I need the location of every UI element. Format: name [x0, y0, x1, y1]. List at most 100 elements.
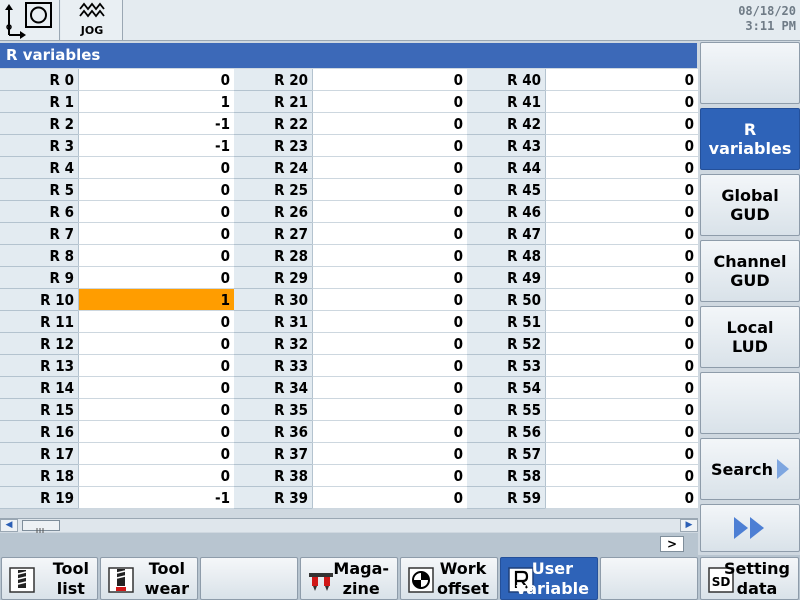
r-variable-name: R 45	[467, 179, 545, 201]
r-variable-value[interactable]: 0	[78, 399, 234, 421]
r-variable-value[interactable]: 1	[78, 91, 234, 113]
r-variable-value[interactable]: -1	[78, 113, 234, 135]
scroll-left-arrow[interactable]: ◀	[0, 519, 18, 532]
r-variable-value[interactable]: 0	[312, 135, 467, 157]
r-variable-name: R 2	[0, 113, 78, 135]
r-variable-value[interactable]: 0	[312, 91, 467, 113]
horizontal-scrollbar[interactable]: ◀ ▶	[0, 518, 698, 535]
r-variable-value[interactable]: -1	[78, 135, 234, 157]
r-variable-name: R 22	[234, 113, 312, 135]
r-variable-value[interactable]: 0	[312, 377, 467, 399]
hsk-work-offset[interactable]: Work offset	[400, 557, 498, 600]
r-variable-name: R 42	[467, 113, 545, 135]
r-variable-value[interactable]: 0	[545, 113, 698, 135]
hsk-empty-7[interactable]	[600, 557, 698, 600]
r-variable-value[interactable]: 0	[312, 421, 467, 443]
r-variable-value[interactable]: 0	[545, 267, 698, 289]
r-variable-value[interactable]: 0	[545, 223, 698, 245]
r-variable-value[interactable]: 0	[312, 311, 467, 333]
hsk-magazine[interactable]: Maga- zine	[300, 557, 398, 600]
r-variable-value[interactable]: 0	[545, 135, 698, 157]
mode-label: JOG	[80, 24, 104, 37]
hsk-user-variable[interactable]: User variable	[500, 557, 598, 600]
vsk-channel-gud-label: Channel GUD	[713, 252, 787, 290]
hsk-tool-wear[interactable]: Tool wear	[100, 557, 198, 600]
r-variable-value[interactable]: 0	[545, 157, 698, 179]
r-variable-value[interactable]: 0	[545, 201, 698, 223]
r-variable-value[interactable]: 0	[312, 399, 467, 421]
r-variable-value[interactable]: 0	[78, 223, 234, 245]
vsk-local-lud[interactable]: Local LUD	[700, 306, 800, 368]
r-variable-value[interactable]: 0	[545, 245, 698, 267]
r-variable-value[interactable]: 0	[545, 311, 698, 333]
r-variable-value[interactable]: 0	[312, 289, 467, 311]
r-variable-value[interactable]: 0	[312, 69, 467, 91]
r-variable-value[interactable]: 0	[545, 289, 698, 311]
r-variable-name: R 18	[0, 465, 78, 487]
r-variable-value[interactable]: 0	[312, 157, 467, 179]
r-variable-value[interactable]: 0	[312, 443, 467, 465]
r-variable-value[interactable]: 0	[312, 113, 467, 135]
r-variable-value[interactable]: 0	[545, 487, 698, 509]
r-variable-value[interactable]: 0	[78, 355, 234, 377]
r-variable-value[interactable]: 0	[78, 201, 234, 223]
r-variable-value[interactable]: 0	[545, 91, 698, 113]
vsk-6[interactable]	[700, 372, 800, 434]
r-variable-value[interactable]: 0	[312, 355, 467, 377]
scrollbar-thumb[interactable]	[22, 520, 60, 535]
hsk-setting-data[interactable]: SD Setting data	[700, 557, 799, 600]
r-variable-value[interactable]: 0	[545, 443, 698, 465]
scroll-right-arrow[interactable]: ▶	[680, 519, 698, 532]
r-variable-value[interactable]: 0	[78, 157, 234, 179]
r-variable-value[interactable]: 0	[545, 399, 698, 421]
r-variable-value[interactable]: 0	[78, 465, 234, 487]
r-variable-value[interactable]: 0	[78, 267, 234, 289]
vsk-global-gud[interactable]: Global GUD	[700, 174, 800, 236]
machine-area-icon[interactable]	[0, 0, 60, 40]
r-variable-value-selected[interactable]: 1	[78, 289, 234, 311]
r-variable-value[interactable]: 0	[545, 465, 698, 487]
r-variable-value[interactable]: 0	[78, 311, 234, 333]
r-variable-value[interactable]: 0	[545, 333, 698, 355]
vsk-1[interactable]	[700, 42, 800, 104]
r-variable-value[interactable]: 0	[78, 377, 234, 399]
r-variable-name: R 49	[467, 267, 545, 289]
r-variable-value[interactable]: 0	[312, 487, 467, 509]
r-variable-name: R 14	[0, 377, 78, 399]
r-variable-name: R 3	[0, 135, 78, 157]
r-variable-value[interactable]: 0	[78, 69, 234, 91]
r-variable-value[interactable]: 0	[312, 223, 467, 245]
jog-mode-icon[interactable]: JOG	[61, 0, 123, 40]
r-variable-value[interactable]: 0	[312, 333, 467, 355]
hsk-tool-list[interactable]: Tool list	[1, 557, 98, 600]
hsk-empty-3[interactable]	[200, 557, 298, 600]
hsk-magazine-label: Maga- zine	[333, 559, 389, 598]
r-variable-value[interactable]: 0	[545, 355, 698, 377]
r-variable-value[interactable]: 0	[545, 179, 698, 201]
vsk-next[interactable]	[700, 504, 800, 552]
r-variable-value[interactable]: 0	[312, 465, 467, 487]
r-variable-name: R 10	[0, 289, 78, 311]
r-variable-value[interactable]: 0	[312, 179, 467, 201]
vsk-search[interactable]: Search	[700, 438, 800, 500]
r-variable-name: R 39	[234, 487, 312, 509]
vsk-global-gud-label: Global GUD	[721, 186, 779, 224]
r-variable-value[interactable]: 0	[545, 69, 698, 91]
r-variable-value[interactable]: 0	[78, 333, 234, 355]
r-variable-value[interactable]: 0	[312, 267, 467, 289]
vsk-channel-gud[interactable]: Channel GUD	[700, 240, 800, 302]
r-variable-value[interactable]: 0	[312, 201, 467, 223]
r-variable-value[interactable]: -1	[78, 487, 234, 509]
more-button[interactable]: >	[660, 536, 684, 552]
r-variable-value[interactable]: 0	[312, 245, 467, 267]
r-variable-value[interactable]: 0	[78, 443, 234, 465]
r-variable-value[interactable]: 0	[78, 421, 234, 443]
r-variable-value[interactable]: 0	[78, 245, 234, 267]
window-title: R variables	[0, 43, 697, 68]
vsk-r-variables[interactable]: R variables	[700, 108, 800, 170]
r-variable-value[interactable]: 0	[545, 377, 698, 399]
r-variable-value[interactable]: 0	[545, 421, 698, 443]
datetime: 08/18/20 3:11 PM	[738, 4, 796, 34]
r-variable-name: R 36	[234, 421, 312, 443]
r-variable-value[interactable]: 0	[78, 179, 234, 201]
